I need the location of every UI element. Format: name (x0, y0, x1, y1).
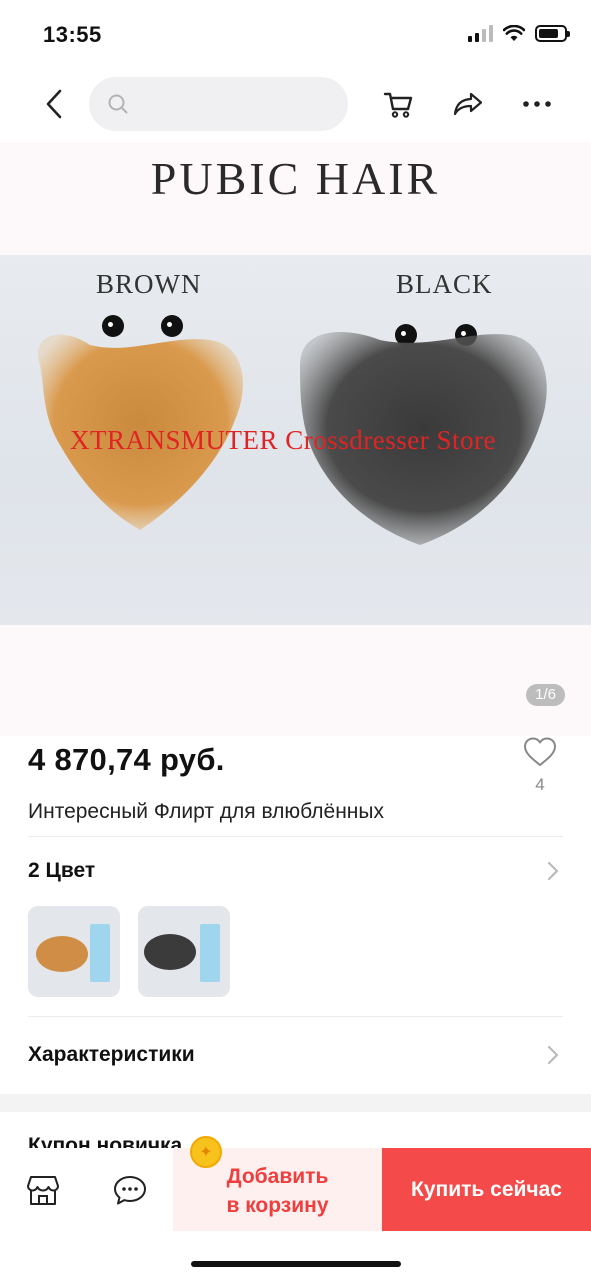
share-icon (453, 92, 483, 116)
section-gap (0, 1094, 591, 1112)
divider (28, 1016, 563, 1017)
image-page-indicator: 1/6 (526, 684, 565, 706)
wishlist-button[interactable]: 4 (520, 736, 560, 795)
cart-icon (383, 92, 413, 118)
add-to-cart-label-line2: в корзину (226, 1194, 329, 1217)
chevron-right-icon[interactable] (543, 861, 563, 881)
store-button[interactable] (23, 1170, 63, 1210)
wishlist-count: 4 (535, 775, 545, 794)
status-bar: 13:55 (0, 0, 591, 66)
chat-button[interactable] (110, 1170, 150, 1210)
chevron-right-icon[interactable] (543, 1045, 563, 1065)
more-button[interactable] (519, 86, 555, 122)
chevron-left-icon (46, 89, 62, 119)
search-input[interactable] (137, 94, 337, 114)
top-nav (0, 66, 591, 142)
share-button[interactable] (450, 86, 486, 122)
more-icon (523, 101, 551, 107)
chat-icon (114, 1176, 146, 1205)
search-icon (108, 94, 128, 114)
heart-icon (524, 737, 556, 766)
home-indicator (191, 1261, 401, 1267)
product-image-gallery[interactable]: PUBIC HAIR BROWN BLACK XTRANSMUTER Cross… (0, 142, 591, 736)
color-swatch-brown[interactable] (28, 906, 120, 997)
product-photo: BROWN BLACK XTRANSMUTER Crossdresser Sto… (0, 255, 591, 625)
watermark-text: XTRANSMUTER Crossdresser Store (70, 425, 496, 455)
signal-icon (468, 24, 493, 42)
buy-now-label: Купить сейчас (411, 1177, 562, 1201)
cart-button[interactable] (381, 86, 417, 122)
status-time: 13:55 (43, 22, 102, 47)
product-price: 4 870,74 руб. (28, 742, 225, 777)
tape-card (200, 924, 220, 982)
specs-section-title[interactable]: Характеристики (28, 1043, 195, 1067)
back-button[interactable] (36, 86, 72, 122)
search-bar[interactable] (89, 77, 348, 131)
coin-icon: ✦ (190, 1136, 222, 1168)
battery-icon (535, 24, 570, 42)
tape-card (90, 924, 110, 982)
image-title: PUBIC HAIR (150, 153, 441, 204)
product-title: Интересный Флирт для влюблённых (28, 800, 384, 823)
color-section-title[interactable]: 2 Цвет (28, 859, 95, 883)
divider (28, 836, 563, 837)
color-swatch-black[interactable] (138, 906, 230, 997)
store-icon (27, 1176, 59, 1205)
wifi-icon (503, 24, 525, 41)
buy-now-button[interactable]: Купить сейчас (382, 1148, 591, 1231)
status-icons (468, 24, 570, 42)
